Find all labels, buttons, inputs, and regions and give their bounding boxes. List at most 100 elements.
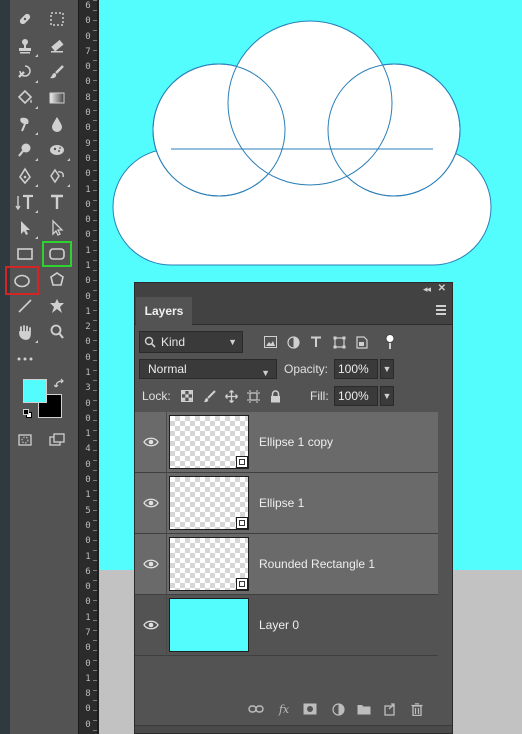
layer-row-rounded-rectangle-1[interactable]: Rounded Rectangle 1 [135, 534, 438, 595]
filter-toggle-icon[interactable] [383, 334, 397, 349]
ruler-digit: 0 [85, 643, 91, 654]
custom-shape-tool[interactable] [42, 293, 72, 319]
rectangle-tool[interactable] [10, 241, 40, 267]
fill-dropdown-icon[interactable]: ▼ [380, 386, 394, 406]
blur-tool[interactable] [42, 111, 72, 137]
shape-layer-badge-icon [236, 578, 248, 590]
direct-selection-tool[interactable] [42, 215, 72, 241]
eraser-tool[interactable] [42, 33, 72, 59]
ruler-digit: 0 [85, 337, 91, 348]
rounded-rectangle-tool[interactable] [42, 241, 72, 267]
layer-row-ellipse-1[interactable]: Ellipse 1 [135, 473, 438, 534]
panel-resize-grip[interactable] [135, 725, 452, 733]
quick-mask-icon [18, 434, 32, 446]
ruler-tick [93, 220, 97, 221]
eye-icon[interactable] [143, 619, 159, 631]
search-icon [144, 336, 156, 348]
blend-mode-select[interactable]: Normal ▼ [139, 359, 277, 379]
panel-menu-icon[interactable] [436, 305, 446, 317]
ruler-tick [93, 370, 97, 371]
foreground-color-swatch[interactable] [23, 379, 47, 403]
link-layers-icon[interactable] [248, 702, 264, 716]
default-colors-icon[interactable] [23, 409, 33, 419]
ruler-tick [93, 180, 97, 181]
screen-mode-button[interactable] [42, 427, 72, 453]
ruler-tick [93, 390, 97, 391]
history-brush-icon [18, 65, 31, 78]
ruler-tick [93, 270, 97, 271]
sponge-tool[interactable] [42, 137, 72, 163]
path-selection-tool[interactable] [10, 215, 40, 241]
filter-pixel-icon[interactable] [263, 335, 277, 349]
brush-icon [50, 65, 64, 79]
lock-all-icon[interactable] [268, 389, 282, 403]
add-mask-icon[interactable] [302, 702, 318, 716]
filter-smart-object-icon[interactable] [355, 335, 369, 349]
pen-tool[interactable] [10, 163, 40, 189]
quick-mask-button[interactable] [10, 427, 40, 453]
ruler-digit: 0 [85, 215, 91, 226]
layer-thumbnail [169, 476, 249, 530]
sponge-icon [50, 145, 64, 155]
freeform-pen-tool[interactable] [42, 163, 72, 189]
new-group-icon[interactable] [356, 702, 372, 716]
zoom-tool[interactable] [42, 319, 72, 345]
layer-name[interactable]: Layer 0 [259, 618, 299, 632]
layer-row-ellipse-1-copy[interactable]: Ellipse 1 copy [135, 412, 438, 473]
delete-layer-icon[interactable] [409, 702, 425, 716]
gradient-tool[interactable] [42, 85, 72, 111]
marquee-tool[interactable] [42, 6, 72, 32]
filter-adjustment-icon[interactable] [286, 335, 300, 349]
smudge-tool[interactable] [10, 111, 40, 137]
fill-input[interactable]: 100% [334, 386, 378, 406]
ruler-tick [93, 570, 97, 571]
filter-type-icon[interactable] [309, 335, 323, 349]
lock-transparent-icon[interactable] [180, 389, 194, 403]
close-panel-icon[interactable]: ✕ [438, 283, 446, 294]
polygon-tool[interactable] [42, 267, 72, 293]
ellipse-tool[interactable] [5, 266, 39, 295]
line-tool[interactable] [10, 293, 40, 319]
opacity-dropdown-icon[interactable]: ▼ [380, 359, 394, 379]
lock-position-icon[interactable] [224, 389, 238, 403]
ruler-tick [93, 420, 97, 421]
more-tools-button[interactable] [10, 346, 40, 372]
history-brush-tool[interactable] [10, 59, 40, 85]
lock-artboard-icon[interactable] [246, 389, 260, 403]
fill-label: Fill: [310, 389, 329, 403]
opacity-input[interactable]: 100% [334, 359, 378, 379]
eye-icon[interactable] [143, 558, 159, 570]
lock-pixels-icon[interactable] [202, 389, 216, 403]
hand-tool[interactable] [10, 319, 40, 345]
new-adjustment-layer-icon[interactable] [330, 702, 346, 716]
eye-icon[interactable] [143, 497, 159, 509]
custom-shape-icon [50, 299, 64, 313]
filter-kind-select[interactable]: Kind ▼ [139, 331, 243, 353]
type-tool[interactable] [42, 189, 72, 215]
tab-layers[interactable]: Layers [136, 297, 192, 325]
vertical-type-tool[interactable] [10, 189, 40, 215]
stamp-tool[interactable] [10, 33, 40, 59]
bandage-icon [19, 13, 31, 25]
ruler-digit: 0 [85, 123, 91, 134]
paint-bucket-tool[interactable] [10, 85, 40, 111]
eye-icon[interactable] [143, 436, 159, 448]
layer-name[interactable]: Ellipse 1 [259, 496, 304, 510]
layer-name[interactable]: Rounded Rectangle 1 [259, 557, 375, 571]
swap-colors-icon[interactable] [53, 377, 66, 389]
blend-mode-value: Normal [148, 362, 187, 376]
ruler-digit: 0 [85, 582, 91, 593]
collapse-panel-icon[interactable]: ◂◂ [423, 284, 431, 295]
dodge-tool[interactable] [10, 137, 40, 163]
ruler-digit: 0 [85, 62, 91, 73]
ellipse-shape-center[interactable] [227, 20, 393, 186]
new-layer-icon[interactable] [382, 702, 398, 716]
ruler-digit: 0 [85, 276, 91, 287]
layer-row-layer-0[interactable]: Layer 0 [135, 595, 438, 656]
brush-tool[interactable] [42, 59, 72, 85]
add-layer-style-icon[interactable]: fx [276, 702, 292, 716]
layer-name[interactable]: Ellipse 1 copy [259, 435, 333, 449]
filter-shape-icon[interactable] [332, 335, 346, 349]
healing-brush-tool[interactable] [10, 6, 40, 32]
ruler-tick [93, 450, 97, 451]
